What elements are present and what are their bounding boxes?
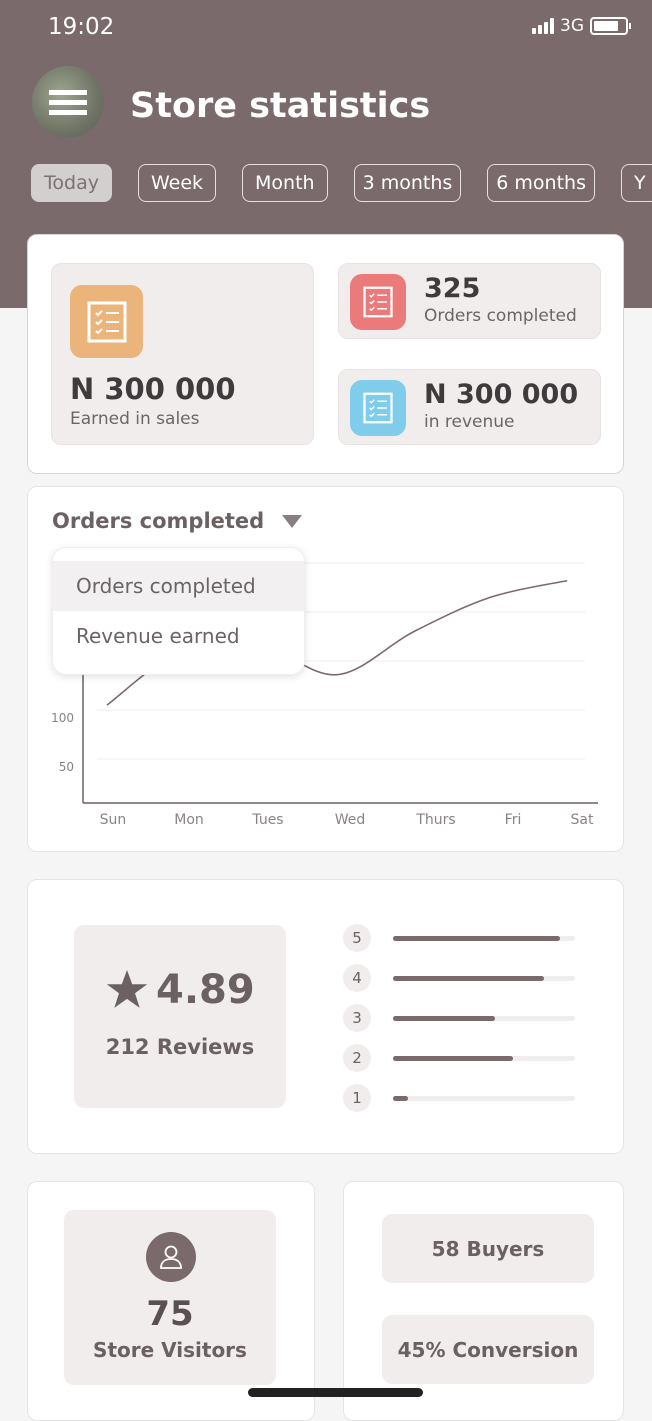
x-tick-label: Fri [504,812,522,828]
rating-summary: 4.89 212 Reviews [74,925,286,1108]
star-label: 3 [343,1004,371,1032]
rating-bar-fill [393,1015,495,1021]
star-label: 5 [343,924,371,952]
x-tick-label: Tues [252,812,284,828]
rating-average: 4.89 [156,967,255,1013]
rating-bar [393,1055,575,1061]
buyers-tile: 58 Buyers [382,1214,594,1283]
dropdown-menu: Orders completed Revenue earned [52,547,305,675]
rating-bar [393,1015,575,1021]
menu-item-revenue-earned[interactable]: Revenue earned [53,611,304,661]
x-tick-label: Thurs [416,812,456,828]
visitors-tile: 75 Store Visitors [64,1210,276,1385]
menu-item-orders-completed[interactable]: Orders completed [53,561,304,611]
rating-bar-fill [393,975,545,981]
review-count: 212 Reviews [105,1035,255,1059]
rating-bar-fill [393,1095,408,1101]
star-icon [106,970,148,1008]
rating-row: 3 [343,1004,583,1032]
x-tick-label: Sun [99,812,127,828]
rating-row: 4 [343,964,583,992]
visitors-label: Store Visitors [93,1338,247,1362]
chart-metric-dropdown[interactable]: Orders completed [52,509,303,533]
rating-row: 5 [343,924,583,952]
x-tick-label: Sat [570,812,594,828]
x-tick-label: Mon [174,812,204,828]
y-tick-label: 100 [51,711,74,725]
visitors-value: 75 [146,1294,194,1334]
y-tick-label: 50 [58,760,74,774]
star-label: 4 [343,964,371,992]
rating-row: 1 [343,1084,583,1112]
rating-bar [393,975,575,981]
home-indicator [248,1388,423,1397]
conversion-tile: 45% Conversion [382,1315,594,1384]
rating-bar [393,935,575,941]
rating-bar-fill [393,1055,514,1061]
x-tick-label: Wed [334,812,366,828]
caret-down-icon [282,514,303,528]
dropdown-selected: Orders completed [52,509,265,533]
rating-bar [393,1095,575,1101]
star-label: 2 [343,1044,371,1072]
user-icon [146,1232,196,1282]
rating-bar-fill [393,935,561,941]
rating-row: 2 [343,1044,583,1072]
orders-line-chart [82,550,598,804]
star-label: 1 [343,1084,371,1112]
